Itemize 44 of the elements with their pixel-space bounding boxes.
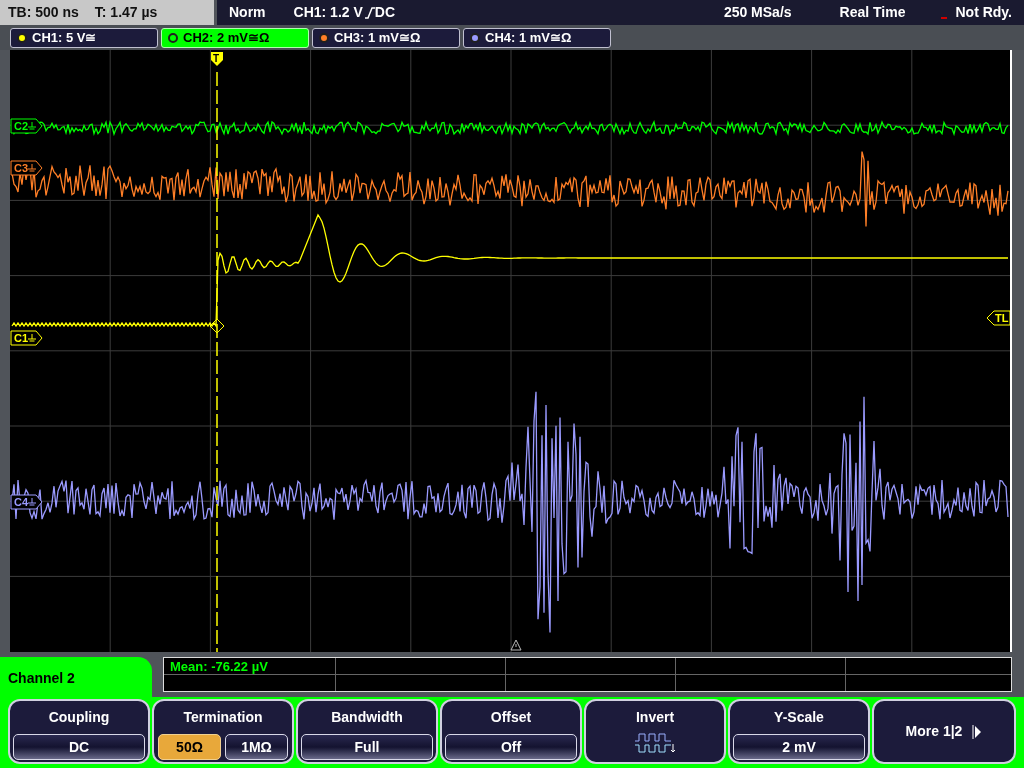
timebase-readout: TB: 500 ns (8, 3, 79, 22)
channel-marker[interactable]: C3 (10, 160, 43, 176)
trigger-source: CH1: 1.2 V (293, 3, 363, 22)
channel-label: CH2: 2 mV≅Ω (183, 28, 270, 47)
trigger-level-marker[interactable]: TL (986, 310, 1010, 326)
toggle-option[interactable]: 50Ω (158, 734, 221, 760)
softkey[interactable]: More 1|2 (872, 699, 1016, 764)
softkey-value-button[interactable]: Off (445, 734, 577, 760)
acquisition-mode: Real Time (839, 3, 906, 22)
trigger-coupling: DC (374, 3, 396, 22)
softkey[interactable]: Invert (584, 699, 726, 764)
trigger-mode: Norm (229, 3, 266, 22)
trigger-marker[interactable]: T (211, 52, 223, 66)
channel-label: CH4: 1 mV≅Ω (485, 28, 572, 47)
channel-marker[interactable]: C1 (10, 330, 43, 346)
invert-waveform-icon (634, 732, 676, 754)
softkey-label: Invert (635, 708, 675, 727)
softkey-label: Offset (490, 708, 532, 727)
measurement-readout: Mean: -76.22 µV (164, 658, 336, 675)
softkey-label: Termination (183, 708, 263, 727)
channel-tab[interactable]: CH3: 1 mV≅Ω (312, 27, 460, 48)
softkey-value-button[interactable]: DC (13, 734, 145, 760)
softkey-value-button[interactable]: 2 mV (733, 734, 865, 760)
channel-marker[interactable]: C2 (10, 118, 43, 134)
channel-marker[interactable]: C4 (10, 494, 43, 510)
channel-label: CH3: 1 mV≅Ω (334, 28, 421, 47)
sample-rate: 250 MSa/s (723, 3, 792, 22)
channel-tab[interactable]: CH2: 2 mV≅Ω (161, 27, 309, 48)
next-page-icon (972, 724, 983, 739)
channel-tab[interactable]: CH1: 5 V≅ (10, 27, 158, 48)
center-marker-icon (510, 639, 522, 651)
channel-label: CH1: 5 V≅ (32, 28, 97, 47)
menu-title: Channel 2 (8, 669, 75, 688)
rising-edge-icon (364, 6, 375, 19)
acquisition-state: Not Rdy. (955, 3, 1012, 22)
toggle-option[interactable]: 1MΩ (225, 734, 288, 760)
softkey-label: Bandwidth (331, 708, 403, 727)
channel-tab[interactable]: CH4: 1 mV≅Ω (463, 27, 611, 48)
softkey-label: Coupling (48, 708, 110, 727)
status-indicator-icon (941, 17, 948, 19)
trigger-point-icon (209, 318, 225, 334)
softkey-value-button[interactable]: Full (301, 734, 433, 760)
trigger-time-readout: T: 1.47 µs (94, 3, 158, 22)
softkey-label: Y-Scale (774, 708, 824, 727)
